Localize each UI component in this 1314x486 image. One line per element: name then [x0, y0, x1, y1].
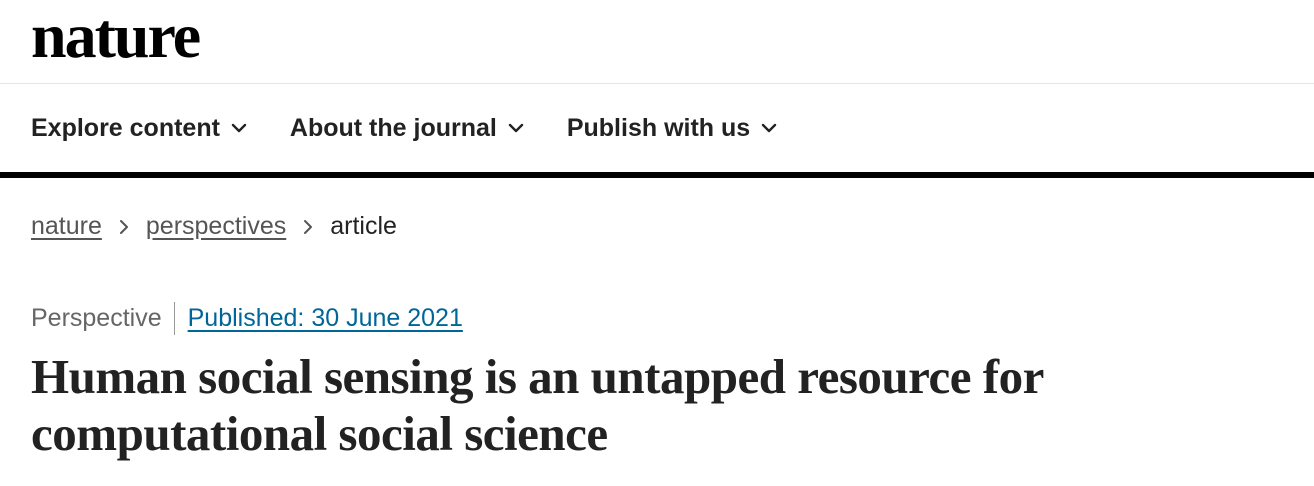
chevron-down-icon: [761, 123, 777, 133]
nav-item-label: About the journal: [289, 113, 497, 142]
main-nav: Explore content About the journal Publis…: [0, 84, 1314, 178]
article-title: Human social sensing is an untapped reso…: [31, 349, 1043, 461]
breadcrumb-current: article: [330, 212, 397, 240]
breadcrumb-link-nature[interactable]: nature: [31, 212, 102, 241]
chevron-down-icon: [508, 123, 524, 133]
nav-about-the-journal[interactable]: About the journal: [290, 114, 525, 143]
breadcrumb-link-perspectives[interactable]: perspectives: [146, 212, 286, 241]
breadcrumb: nature perspectives article: [31, 212, 397, 241]
nav-item-label: Explore content: [31, 113, 220, 142]
nav-publish-with-us[interactable]: Publish with us: [567, 114, 778, 143]
nav-explore-content[interactable]: Explore content: [31, 114, 248, 143]
article-type: Perspective: [31, 302, 175, 335]
chevron-right-icon: [119, 219, 128, 234]
published-date-link[interactable]: Published: 30 June 2021: [188, 304, 463, 333]
chevron-right-icon: [304, 219, 313, 234]
nav-item-label: Publish with us: [566, 113, 751, 142]
chevron-down-icon: [231, 123, 247, 133]
nature-logo[interactable]: nature: [31, 4, 201, 68]
article-meta: Perspective Published: 30 June 2021: [31, 302, 463, 335]
masthead: nature: [0, 0, 1314, 84]
